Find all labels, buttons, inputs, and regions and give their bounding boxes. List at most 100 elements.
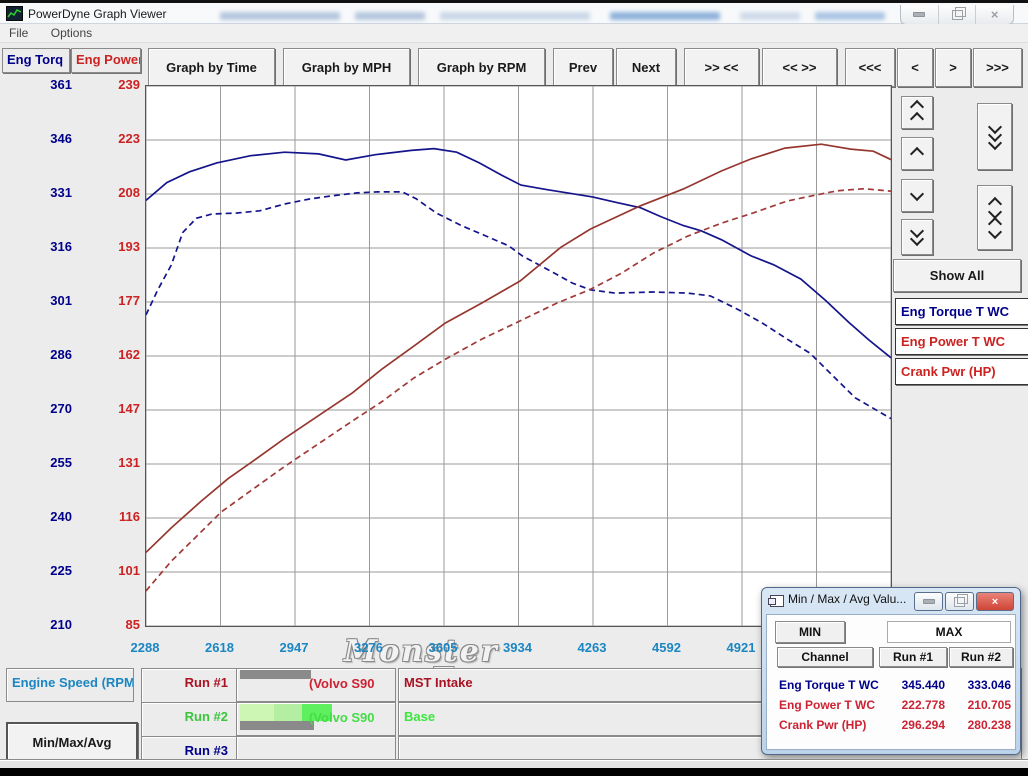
y-tick-power: 147 [88,401,140,416]
toolbar-button--[interactable]: << >> [762,48,837,87]
x-tick: 2288 [114,640,176,655]
toolbar-button--[interactable]: > [935,48,971,87]
run-legend-box-1: (Volvo S90 [236,668,396,702]
engine-speed-label: Engine Speed (RPM) [7,669,133,690]
menu-file[interactable]: File [0,24,37,42]
redacted-text [610,12,720,20]
chevron-down-icon [910,186,924,200]
titlebar: PowerDyne Graph Viewer × [0,3,1028,24]
menubar: File Options [0,24,1028,43]
toolbar-button--[interactable]: < [897,48,933,87]
close-icon: × [992,596,998,608]
y-tick-power: 85 [88,617,140,632]
minmaxavg-button[interactable]: Min/Max/Avg [6,722,138,762]
min-button[interactable]: MIN [775,621,845,643]
menu-options[interactable]: Options [42,24,101,42]
redacted-text [815,12,885,20]
y-tick-power: 239 [88,77,140,92]
x-tick: 3934 [487,640,549,655]
x-tick: 3605 [412,640,474,655]
run-legend-box-2: (Volvo S90 [236,702,396,736]
scroll-button-down-down[interactable] [901,219,933,255]
scroll-button-tall-down-down-down[interactable] [977,103,1012,170]
tab-eng-torque-axis[interactable]: Eng Torq [2,48,70,73]
y-tick-torque: 210 [20,617,72,632]
minimize-button[interactable] [901,5,939,24]
app-window: PowerDyne Graph Viewer × File Options En… [0,0,1028,776]
channel-button-eng-power-t-wc[interactable]: Eng Power T WC [895,328,1028,355]
tab-eng-power-axis[interactable]: Eng Power [71,48,141,73]
y-tick-power: 162 [88,347,140,362]
minmax-restore-button[interactable] [945,592,974,611]
run-legend-text-1: (Volvo S90 [309,676,375,691]
minmax-row-crank-pwr-hp-: Crank Pwr (HP)296.294280.238 [767,715,1015,735]
toolbar-button-next[interactable]: Next [616,48,676,87]
toolbar-button-graph-by-rpm[interactable]: Graph by RPM [418,48,545,87]
y-tick-torque: 346 [20,131,72,146]
minmax-row-eng-torque-t-wc: Eng Torque T WC345.440333.046 [767,675,1015,695]
toolbar-button--[interactable]: <<< [845,48,895,87]
scroll-button-down[interactable] [901,179,933,212]
app-icon [6,6,23,21]
minmax-run2-value: 210.705 [949,698,1011,712]
y-tick-torque: 331 [20,185,72,200]
y-tick-power: 131 [88,455,140,470]
y-tick-torque: 255 [20,455,72,470]
x-tick: 2947 [263,640,325,655]
toolbar-button-graph-by-time[interactable]: Graph by Time [148,48,275,87]
minmax-window-title: Min / Max / Avg Valu... [788,592,906,606]
y-tick-torque: 225 [20,563,72,578]
y-tick-torque: 286 [20,347,72,362]
screen-edge [0,768,1028,776]
toolbar-button--[interactable]: >> << [684,48,759,87]
dyno-graph[interactable]: Monster Tune [145,85,892,627]
y-tick-power: 223 [88,131,140,146]
chevron-up-icon [910,111,924,125]
minmax-run1-value: 222.778 [867,698,945,712]
run-legend-text-2: (Volvo S90 [309,710,375,725]
x-tick: 4592 [636,640,698,655]
y-tick-torque: 361 [20,77,72,92]
minmax-window[interactable]: Min / Max / Avg Valu... × MIN MAX Channe… [761,587,1021,755]
graph-canvas [146,86,891,626]
column-header-channel: Channel [777,647,873,667]
show-all-button[interactable]: Show All [893,259,1021,292]
redacted-text [355,12,425,20]
chevron-up-icon [910,146,924,160]
y-tick-power: 208 [88,185,140,200]
y-tick-torque: 316 [20,239,72,254]
close-icon: × [991,8,999,21]
minmax-run2-value: 280.238 [949,718,1011,732]
run1-swatch [240,670,311,679]
minmax-run1-value: 345.440 [867,678,945,692]
column-header-run1: Run #1 [879,647,947,667]
redacted-text [220,12,340,20]
minmax-run2-value: 333.046 [949,678,1011,692]
channel-button-crank-pwr-hp-[interactable]: Crank Pwr (HP) [895,358,1028,385]
x-tick: 3276 [338,640,400,655]
scroll-button-tall-up-down-up-down[interactable] [977,185,1012,250]
toolbar-button-prev[interactable]: Prev [553,48,613,87]
restore-button[interactable] [939,5,977,24]
channel-button-eng-torque-t-wc[interactable]: Eng Torque T WC [895,298,1028,325]
x-tick: 4263 [561,640,623,655]
window-controls: × [900,5,1014,25]
y-tick-power: 101 [88,563,140,578]
engine-speed-box: Engine Speed (RPM) [6,668,134,702]
scroll-button-up-up[interactable] [901,96,933,129]
toolbar-button--[interactable]: >>> [973,48,1022,87]
minmax-row-eng-power-t-wc: Eng Power T WC222.778210.705 [767,695,1015,715]
minmax-close-button[interactable]: × [976,592,1014,611]
max-button[interactable]: MAX [887,621,1011,643]
x-tick: 2618 [189,640,251,655]
minmax-run1-value: 296.294 [867,718,945,732]
window-title: PowerDyne Graph Viewer [28,7,167,21]
close-button[interactable]: × [976,5,1013,24]
minmax-window-icon [770,595,784,607]
toolbar-button-graph-by-mph[interactable]: Graph by MPH [283,48,410,87]
minmax-minimize-button[interactable] [914,592,943,611]
y-tick-power: 193 [88,239,140,254]
minimize-icon [913,12,925,17]
restore-icon [954,597,965,607]
scroll-button-up[interactable] [901,137,933,170]
